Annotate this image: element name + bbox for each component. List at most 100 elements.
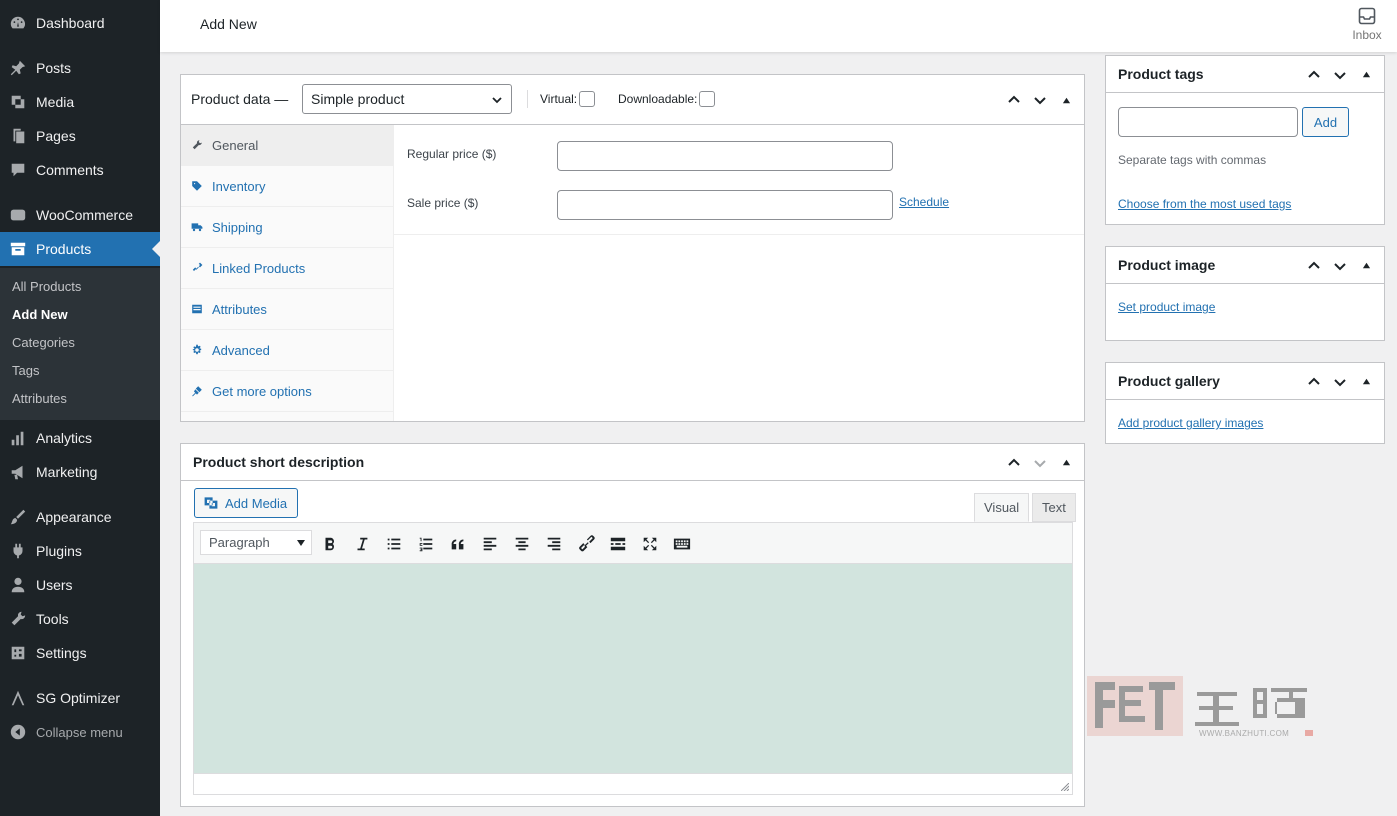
tab-advanced[interactable]: Advanced	[181, 330, 394, 371]
gear-icon	[181, 344, 212, 356]
sale-price-input[interactable]	[557, 190, 893, 220]
bold-icon	[325, 537, 334, 551]
editor-status-bar	[194, 773, 1072, 794]
move-up-button[interactable]	[1004, 453, 1024, 473]
sidebar-item-users[interactable]: Users	[0, 568, 160, 602]
plugin-icon	[0, 542, 36, 560]
toggle-panel-button[interactable]	[1356, 256, 1376, 276]
add-media-button[interactable]: Add Media	[194, 488, 299, 518]
tab-label: General	[212, 137, 259, 153]
add-gallery-images-link[interactable]: Add product gallery images	[1118, 416, 1263, 430]
brush-icon	[0, 508, 36, 526]
submenu-all-products[interactable]: All Products	[12, 279, 81, 294]
tab-visual[interactable]: Visual	[974, 493, 1030, 522]
sidebar-item-plugins[interactable]: Plugins	[0, 534, 160, 568]
tab-text[interactable]: Text	[1032, 493, 1076, 522]
move-up-button[interactable]	[1304, 65, 1324, 85]
bullet-list-icon	[387, 538, 401, 550]
toggle-panel-button[interactable]	[1356, 372, 1376, 392]
sidebar-item-settings[interactable]: Settings	[0, 636, 160, 670]
sidebar-item-label: Posts	[36, 60, 72, 76]
tag-input[interactable]	[1118, 107, 1298, 137]
sidebar-item-marketing[interactable]: Marketing	[0, 455, 160, 489]
move-up-button[interactable]	[1304, 372, 1324, 392]
sidebar-item-dashboard[interactable]: Dashboard	[0, 6, 160, 40]
sidebar-item-analytics[interactable]: Analytics	[0, 421, 160, 455]
product-gallery-box: Product gallery Add product gallery imag…	[1105, 362, 1385, 444]
product-type-select[interactable]: Simple product	[302, 84, 512, 114]
format-select[interactable]: Paragraph	[200, 530, 312, 555]
set-product-image-link[interactable]: Set product image	[1118, 300, 1215, 314]
sidebar-item-appearance[interactable]: Appearance	[0, 500, 160, 534]
chevron-down-icon	[1034, 459, 1046, 467]
submenu-categories[interactable]: Categories	[12, 335, 75, 350]
product-data-box: Product data — Simple product Virtual: D…	[180, 74, 1085, 422]
sidebar-item-products[interactable]: Products	[0, 232, 160, 266]
collapse-menu-button[interactable]: Collapse menu	[0, 715, 160, 749]
downloadable-label: Downloadable:	[618, 92, 698, 106]
blockquote-button[interactable]	[446, 532, 470, 556]
bold-button[interactable]	[318, 532, 342, 556]
align-center-button[interactable]	[510, 532, 534, 556]
move-down-button[interactable]	[1030, 453, 1050, 473]
editor-content-area[interactable]	[194, 564, 1072, 773]
collapse-icon	[0, 723, 36, 741]
downloadable-checkbox[interactable]	[699, 91, 716, 107]
numbered-list-icon	[419, 537, 433, 552]
move-down-button[interactable]	[1330, 256, 1350, 276]
tab-get-more-options[interactable]: Get more options	[181, 371, 394, 412]
toggle-panel-button[interactable]	[1056, 453, 1076, 473]
sidebar-item-woocommerce[interactable]: WooCommerce	[0, 198, 160, 232]
most-used-tags-link[interactable]: Choose from the most used tags	[1118, 197, 1291, 211]
sidebar-item-pages[interactable]: Pages	[0, 119, 160, 153]
move-down-button[interactable]	[1330, 372, 1350, 392]
read-more-button[interactable]	[606, 532, 630, 556]
tab-linked-products[interactable]: Linked Products	[181, 248, 394, 289]
pin-icon	[0, 59, 36, 77]
bar-chart-icon	[0, 429, 36, 447]
toolbar-toggle-button[interactable]	[670, 532, 694, 556]
general-panel: Regular price ($) Sale price ($) Schedul…	[394, 125, 1084, 235]
inbox-button[interactable]: Inbox	[1349, 6, 1385, 42]
schedule-link[interactable]: Schedule	[899, 195, 949, 209]
move-up-button[interactable]	[1004, 90, 1024, 110]
woo-icon	[0, 206, 36, 224]
submenu-tags[interactable]: Tags	[12, 363, 39, 378]
tab-attributes[interactable]: Attributes	[181, 289, 394, 330]
move-down-button[interactable]	[1330, 65, 1350, 85]
submenu-add-new[interactable]: Add New	[12, 307, 68, 322]
toggle-panel-button[interactable]	[1056, 90, 1076, 110]
virtual-checkbox[interactable]	[579, 91, 596, 107]
tab-general[interactable]: General	[181, 125, 394, 166]
sidebar-item-comments[interactable]: Comments	[0, 153, 160, 187]
tab-shipping[interactable]: Shipping	[181, 207, 394, 248]
submenu-attributes[interactable]: Attributes	[12, 391, 67, 406]
link-icon	[579, 535, 595, 552]
align-left-button[interactable]	[478, 532, 502, 556]
toggle-panel-button[interactable]	[1356, 65, 1376, 85]
italic-button[interactable]	[350, 532, 374, 556]
bullet-list-button[interactable]	[382, 532, 406, 556]
link-icon	[181, 262, 212, 274]
insert-link-button[interactable]	[574, 532, 598, 556]
align-right-button[interactable]	[542, 532, 566, 556]
regular-price-input[interactable]	[557, 141, 893, 171]
virtual-checkbox-group: Virtual:	[540, 91, 596, 107]
add-tag-button[interactable]: Add	[1302, 107, 1349, 137]
sidebar-item-tools[interactable]: Tools	[0, 602, 160, 636]
fullscreen-button[interactable]	[638, 532, 662, 556]
chevron-up-icon	[1008, 95, 1020, 103]
tab-label: Get more options	[212, 383, 312, 399]
product-tags-box: Product tags Add Separate tags with comm…	[1105, 55, 1385, 225]
move-up-button[interactable]	[1304, 256, 1324, 276]
numbered-list-button[interactable]	[414, 532, 438, 556]
sale-price-label: Sale price ($)	[407, 196, 479, 210]
resize-handle-icon[interactable]	[1061, 783, 1069, 791]
move-down-button[interactable]	[1030, 90, 1050, 110]
tab-inventory[interactable]: Inventory	[181, 166, 394, 207]
box-controls	[1304, 56, 1376, 93]
tab-label: Advanced	[212, 342, 270, 358]
sidebar-item-media[interactable]: Media	[0, 85, 160, 119]
sidebar-item-sg-optimizer[interactable]: SG Optimizer	[0, 681, 160, 715]
sidebar-item-posts[interactable]: Posts	[0, 51, 160, 85]
